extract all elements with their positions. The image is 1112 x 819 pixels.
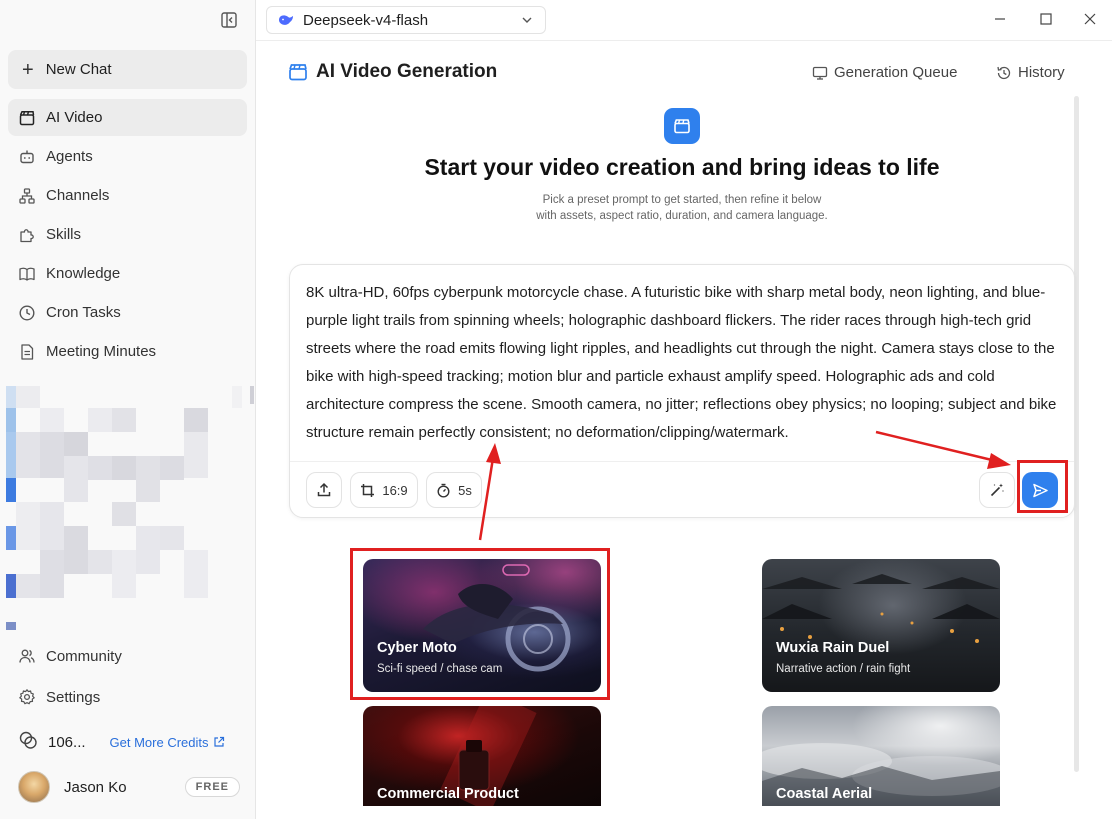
credits-row: 106... Get More Credits [18, 729, 248, 755]
magic-wand-icon [990, 483, 1004, 497]
preset-title: Coastal Aerial [776, 786, 873, 802]
clapperboard-icon [289, 64, 307, 81]
model-name: Deepseek-v4-flash [303, 11, 429, 29]
avatar [18, 771, 50, 803]
sidebar-item-label: Skills [46, 226, 82, 243]
generation-queue-button[interactable]: Generation Queue [812, 64, 957, 81]
redacted-chat-history [6, 386, 254, 630]
network-icon [18, 187, 36, 205]
history-icon [997, 66, 1011, 79]
get-more-credits-label: Get More Credits [109, 734, 209, 750]
prompt-box: 8K ultra-HD, 60fps cyberpunk motorcycle … [289, 264, 1075, 518]
duration-value: 5s [458, 482, 472, 498]
sidebar-item-ai-video[interactable]: AI Video [8, 99, 247, 136]
hero-subtitle-line: Pick a preset prompt to get started, the… [542, 194, 822, 206]
sidebar-item-label: Settings [46, 688, 101, 706]
generation-queue-label: Generation Queue [834, 64, 958, 81]
page-title: AI Video Generation [316, 61, 498, 82]
aspect-ratio-button[interactable]: 16:9 [350, 472, 418, 508]
sidebar-bottom-nav: Community Settings [8, 637, 247, 718]
clock-icon [18, 304, 36, 322]
sidebar-collapse-icon[interactable] [220, 11, 238, 29]
sidebar-item-cron-tasks[interactable]: Cron Tasks [8, 294, 247, 331]
sidebar-item-community[interactable]: Community [8, 637, 247, 675]
sidebar-nav: AI Video Agents Channels Skills Knowledg… [8, 99, 247, 372]
upload-button[interactable] [306, 472, 342, 508]
external-link-icon [213, 736, 224, 747]
plan-badge: FREE [184, 777, 240, 797]
sidebar-item-skills[interactable]: Skills [8, 216, 247, 253]
upload-icon [317, 482, 331, 497]
new-chat-label: New Chat [45, 61, 112, 78]
timer-icon [437, 483, 450, 498]
new-chat-button[interactable]: + New Chat [8, 50, 247, 89]
aspect-ratio-value: 16:9 [382, 482, 408, 498]
close-icon[interactable] [1081, 10, 1099, 28]
sidebar-item-label: Cron Tasks [46, 304, 121, 321]
sidebar-item-knowledge[interactable]: Knowledge [8, 255, 247, 292]
clapperboard-icon [18, 109, 36, 127]
preset-card-coastal-aerial[interactable]: Coastal Aerial [762, 706, 1000, 806]
sidebar: + New Chat AI Video Agents Channels Skil… [0, 0, 256, 819]
history-label: History [1018, 64, 1065, 81]
history-button[interactable]: History [996, 64, 1065, 81]
credits-count: 106... [48, 733, 86, 751]
monitor-icon [812, 66, 828, 80]
preset-card-commercial-product[interactable]: Commercial Product [363, 706, 601, 806]
sidebar-item-agents[interactable]: Agents [8, 138, 247, 175]
preset-subtitle: Narrative action / rain fight [776, 663, 911, 675]
hero-title: Start your video creation and bring idea… [424, 154, 940, 180]
sidebar-item-label: Meeting Minutes [46, 343, 157, 360]
hero-subtitle: Pick a preset prompt to get started, the… [288, 192, 1076, 224]
sidebar-item-settings[interactable]: Settings [8, 678, 247, 716]
preset-highlight-box [350, 548, 610, 700]
preset-title: Wuxia Rain Duel [776, 640, 890, 656]
puzzle-icon [18, 226, 36, 244]
document-icon [18, 343, 36, 361]
chevron-down-icon [522, 17, 532, 23]
video-badge-icon [664, 108, 700, 144]
sidebar-item-meeting-minutes[interactable]: Meeting Minutes [8, 333, 247, 370]
user-profile[interactable]: Jason Ko FREE [18, 770, 240, 804]
prompt-input[interactable]: 8K ultra-HD, 60fps cyberpunk motorcycle … [306, 279, 1062, 447]
topbar-divider [256, 40, 1112, 41]
sidebar-item-label: AI Video [46, 109, 103, 126]
minimize-icon[interactable] [991, 10, 1009, 28]
coins-icon [18, 730, 38, 754]
robot-icon [18, 148, 36, 166]
deepseek-whale-icon [279, 15, 293, 25]
plus-icon: + [22, 58, 34, 81]
sidebar-item-label: Channels [46, 187, 110, 204]
preset-card-wuxia-rain-duel[interactable]: Wuxia Rain Duel Narrative action / rain … [762, 559, 1000, 692]
page-header: AI Video Generation [288, 61, 497, 83]
preset-title: Commercial Product [377, 786, 519, 802]
sidebar-item-channels[interactable]: Channels [8, 177, 247, 214]
magic-enhance-button[interactable] [979, 472, 1015, 508]
model-selector[interactable]: Deepseek-v4-flash [266, 6, 546, 34]
gear-icon [18, 688, 36, 706]
hero-subtitle-line: with assets, aspect ratio, duration, and… [536, 210, 828, 222]
get-more-credits-link[interactable]: Get More Credits [110, 735, 225, 750]
sidebar-item-label: Agents [46, 148, 93, 165]
sidebar-item-label: Community [46, 647, 122, 665]
crop-icon [361, 483, 375, 497]
maximize-icon[interactable] [1037, 10, 1055, 28]
users-icon [18, 647, 36, 665]
sidebar-item-label: Knowledge [46, 265, 121, 282]
user-name: Jason Ko [64, 778, 127, 796]
send-highlight-box [1017, 460, 1068, 513]
duration-button[interactable]: 5s [426, 472, 482, 508]
book-icon [18, 265, 36, 283]
prompt-divider [290, 461, 1074, 462]
